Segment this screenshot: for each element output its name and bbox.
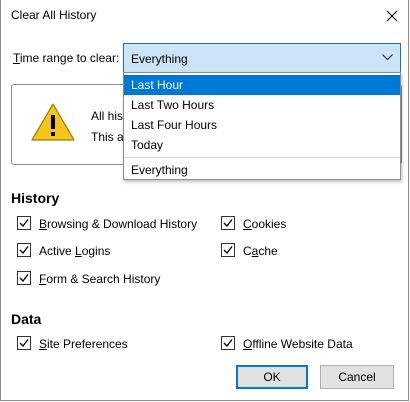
browsing-download-history-checkbox[interactable] xyxy=(17,216,31,230)
warning-icon xyxy=(31,103,75,141)
cancel-button[interactable]: Cancel xyxy=(320,365,394,389)
time-range-label: Time range to clear: xyxy=(13,51,120,65)
cache-checkbox[interactable] xyxy=(221,243,235,257)
title-bar: Clear All History xyxy=(1,0,410,32)
clear-history-dialog: Clear All History Time range to clear: E… xyxy=(0,0,409,401)
checkmark-icon xyxy=(19,219,29,228)
checkmark-icon xyxy=(19,246,29,255)
time-range-option-last-four-hours[interactable]: Last Four Hours xyxy=(124,115,400,135)
time-range-selected-value: Everything xyxy=(131,52,188,66)
dropdown-separator xyxy=(124,157,400,158)
close-icon xyxy=(386,10,398,22)
checkmark-icon xyxy=(223,246,233,255)
time-range-option-today[interactable]: Today xyxy=(124,135,400,155)
time-range-option-last-hour[interactable]: Last Hour xyxy=(124,75,400,95)
checkmark-icon xyxy=(19,339,29,348)
cookies-label[interactable]: Cookies xyxy=(243,217,286,231)
browsing-download-history-label[interactable]: Browsing & Download History xyxy=(39,217,197,231)
offline-website-data-checkbox[interactable] xyxy=(221,336,235,350)
form-search-history-label[interactable]: Form & Search History xyxy=(39,272,160,286)
cache-label[interactable]: Cache xyxy=(243,244,278,258)
data-section-title: Data xyxy=(11,311,42,327)
site-preferences-checkbox[interactable] xyxy=(17,336,31,350)
offline-website-data-label[interactable]: Offline Website Data xyxy=(243,337,353,351)
chevron-down-icon xyxy=(382,54,393,61)
time-range-option-everything[interactable]: Everything xyxy=(124,160,400,180)
close-button[interactable] xyxy=(382,6,402,26)
active-logins-label[interactable]: Active Logins xyxy=(39,244,110,258)
time-range-option-last-two-hours[interactable]: Last Two Hours xyxy=(124,95,400,115)
history-section-title: History xyxy=(11,190,60,206)
cookies-checkbox[interactable] xyxy=(221,216,235,230)
form-search-history-checkbox[interactable] xyxy=(17,271,31,285)
checkmark-icon xyxy=(223,339,233,348)
checkmark-icon xyxy=(19,274,29,283)
time-range-dropdown-list: Last Hour Last Two Hours Last Four Hours… xyxy=(123,72,401,180)
site-preferences-label[interactable]: Site Preferences xyxy=(39,337,128,351)
ok-button[interactable]: OK xyxy=(236,365,308,389)
window-title: Clear All History xyxy=(11,8,97,22)
time-range-select[interactable]: Everything xyxy=(123,43,401,73)
warning-text-line-1: All his xyxy=(91,109,124,123)
checkmark-icon xyxy=(223,219,233,228)
active-logins-checkbox[interactable] xyxy=(17,243,31,257)
